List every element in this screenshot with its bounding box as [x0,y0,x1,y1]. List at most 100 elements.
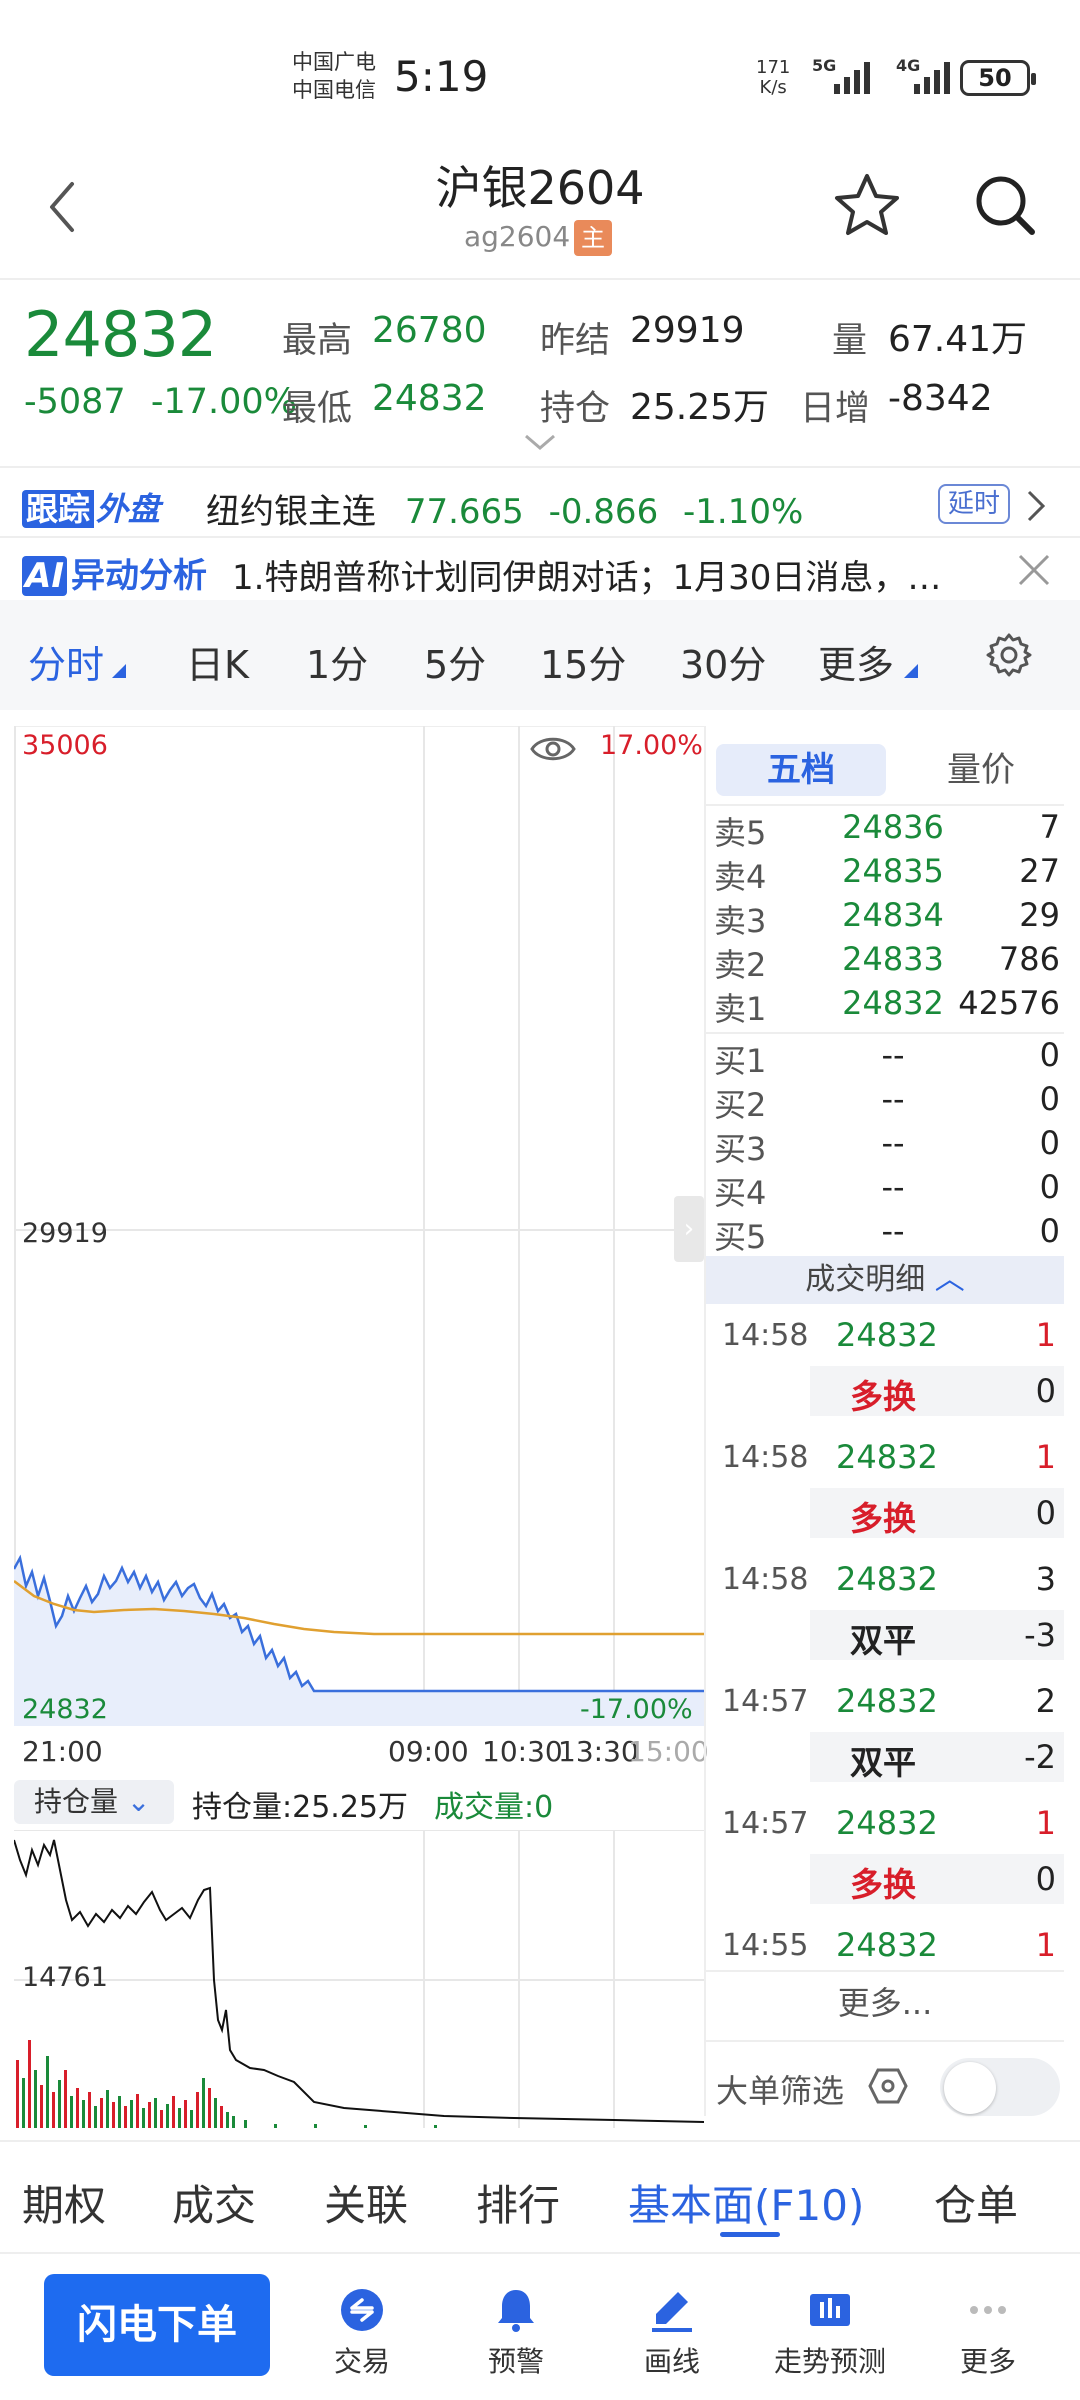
trade-volume: 1 [1035,1804,1056,1842]
bid-row[interactable]: 买4 -- 0 [714,1168,1060,1212]
search-icon[interactable] [970,170,1040,240]
high-value: 26780 [372,310,487,351]
gear-icon[interactable] [986,632,1032,678]
divider [706,1032,1064,1034]
trade-price: 24832 [836,1560,938,1598]
ask-price: 24836 [842,808,944,846]
tab-intraday[interactable]: 分时 [28,634,104,689]
trade-detail-header[interactable]: 成交明细 ︿ [706,1256,1064,1304]
oi-selector[interactable]: 持仓量 ⌄ [14,1780,174,1824]
ask-row[interactable]: 卖2 24833 786 [714,940,1060,984]
nav-alert-label: 预警 [487,2345,544,2378]
follow-price: 77.665 [404,492,524,532]
tab-5min[interactable]: 5分 [424,634,486,689]
bid-label: 买1 [714,1042,767,1080]
large-order-filter-label: 大单筛选 [716,2072,845,2110]
trade-type: 多换 [850,1499,916,1538]
chart-bottom-price: 24832 [22,1694,108,1725]
tab-1min[interactable]: 1分 [306,634,368,689]
bid-label: 买4 [714,1174,767,1212]
trade-time: 14:57 [722,1684,809,1719]
bid-row[interactable]: 买3 -- 0 [714,1124,1060,1168]
ask-row[interactable]: 卖5 24836 7 [714,808,1060,852]
oi-selector-label: 持仓量 [34,1785,119,1818]
intraday-chart[interactable] [14,726,704,1726]
tab-15min[interactable]: 15分 [540,634,626,689]
divider [704,726,706,2116]
tab-more[interactable]: 更多 [818,634,894,689]
chart-mid-price: 29919 [22,1218,108,1249]
filter-hexagon-icon[interactable] [868,2068,908,2104]
ask-row[interactable]: 卖1 24832 42576 [714,984,1060,1028]
bid-row[interactable]: 买5 -- 0 [714,1212,1060,1256]
toggle-knob [944,2062,996,2114]
nav-draw-label: 画线 [643,2345,700,2378]
nav-alert[interactable]: 预警 [456,2286,576,2380]
trade-volume: 2 [1035,1682,1056,1720]
high-label: 最高 [282,321,353,361]
trade-oi-change: 0 [1035,1372,1056,1410]
trade-type: 双平 [850,1743,916,1782]
segment-fundamentals[interactable]: 基本面(F10) [628,2172,864,2233]
ask-volume: 29 [1019,896,1060,934]
ask-volume: 27 [1019,852,1060,890]
nav-forecast[interactable]: 走势预测 [770,2286,890,2380]
segment-warehouse-receipt[interactable]: 仓单 [934,2172,1018,2233]
bid-row[interactable]: 买2 -- 0 [714,1080,1060,1124]
tab-dropdown-icon [904,664,918,678]
speed-unit: K/s [759,77,787,98]
expand-panel-handle[interactable]: › [674,1196,704,1262]
nav-trade-label: 交易 [333,2345,390,2378]
tab-five-levels[interactable]: 五档 [716,744,886,796]
chevron-down-icon: ⌄ [126,1785,151,1818]
more-trades-link[interactable]: 更多... [706,1978,1064,2024]
ai-news-text[interactable]: 1.特朗普称计划同伊朗对话；1月30日消息，美国总统特朗普表示 [232,550,972,599]
signal-icon [834,58,870,94]
bid-price: -- [881,1124,905,1162]
nav-more[interactable]: 更多 [928,2286,1048,2380]
star-icon[interactable] [832,170,902,240]
ask-volume: 7 [1039,808,1060,846]
chevron-right-icon[interactable] [1024,486,1048,526]
open-interest-chart[interactable] [14,1830,704,2130]
tab-volume-price[interactable]: 量价 [906,744,1056,796]
trade-volume: 1 [1035,1316,1056,1354]
trade-time: 14:58 [722,1562,809,1597]
eye-icon[interactable] [530,732,576,766]
segment-trades[interactable]: 成交 [172,2172,256,2233]
segment-ranking[interactable]: 排行 [476,2172,560,2233]
tab-dropdown-icon [112,664,126,678]
ask-price: 24835 [842,852,944,890]
last-price: 24832 [24,298,217,371]
flash-order-button[interactable]: 闪电下单 [44,2274,270,2376]
ask-row[interactable]: 卖3 24834 29 [714,896,1060,940]
change-value: -5087 [24,382,126,422]
segment-options[interactable]: 期权 [22,2172,106,2233]
tab-daily-k[interactable]: 日K [186,634,249,689]
trade-oi-change: 0 [1035,1860,1056,1898]
follow-quote[interactable]: 纽约银主连 77.665 -0.866 -1.10% [206,484,803,533]
bid-volume: 0 [1039,1212,1060,1250]
nav-more-label: 更多 [959,2345,1016,2378]
nav-draw[interactable]: 画线 [612,2286,732,2380]
tab-30min[interactable]: 30分 [680,634,766,689]
segment-related[interactable]: 关联 [324,2172,408,2233]
follow-tag-foreign: 外盘 [96,490,161,528]
close-icon[interactable] [1016,552,1052,588]
divider [706,1970,1064,1972]
chevron-down-icon[interactable] [522,432,558,452]
divider [0,278,1080,280]
time-label: 13:30 [558,1735,639,1768]
nav-trade[interactable]: 交易 [302,2286,422,2380]
trade-time: 14:58 [722,1318,809,1353]
network-speed: 171 K/s [756,58,790,98]
status-time: 5:19 [394,52,489,101]
carrier-2: 中国电信 [292,78,376,102]
trade-type: 双平 [850,1621,916,1660]
daily-inc-value: -8342 [888,378,993,419]
ask-row[interactable]: 卖4 24835 27 [714,852,1060,896]
bid-row[interactable]: 买1 -- 0 [714,1036,1060,1080]
daily-inc-label: 日增 [800,389,871,429]
bell-icon [498,2290,534,2332]
trade-time: 14:55 [722,1928,809,1963]
